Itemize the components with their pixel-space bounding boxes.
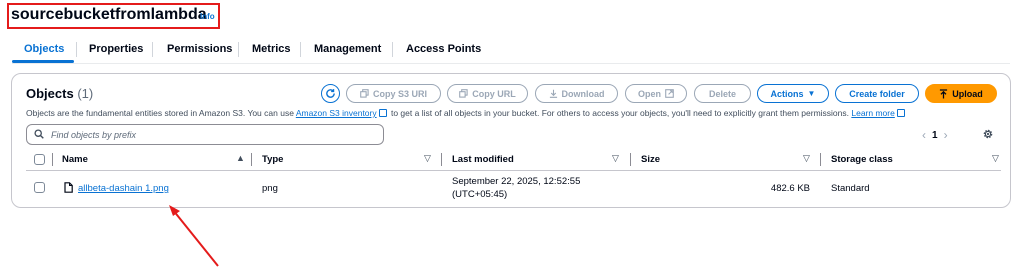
sort-icon[interactable]: ▽ xyxy=(992,153,999,164)
external-link-icon xyxy=(665,89,674,98)
select-all-checkbox[interactable] xyxy=(34,154,45,165)
external-link-icon xyxy=(378,109,387,117)
objects-count: (1) xyxy=(77,86,94,101)
sort-icon[interactable]: ▽ xyxy=(803,153,810,164)
download-button[interactable]: Download xyxy=(535,84,618,103)
tabs-divider xyxy=(12,63,1010,64)
create-folder-button[interactable]: Create folder xyxy=(835,84,919,103)
copy-url-label: Copy URL xyxy=(472,88,516,99)
column-header-type[interactable]: Type xyxy=(262,154,283,165)
tab-access-points[interactable]: Access Points xyxy=(406,43,481,55)
description-text: Objects are the fundamental entities sto… xyxy=(26,108,296,118)
column-header-last-modified[interactable]: Last modified xyxy=(452,154,514,165)
search-box xyxy=(26,124,384,145)
file-icon xyxy=(64,182,73,193)
object-size: 482.6 KB xyxy=(770,183,810,194)
create-folder-label: Create folder xyxy=(849,88,905,99)
tab-separator xyxy=(76,42,77,57)
column-separator xyxy=(820,153,821,166)
tab-separator xyxy=(238,42,239,57)
tab-permissions[interactable]: Permissions xyxy=(167,43,232,55)
object-type: png xyxy=(262,183,278,194)
search-input[interactable] xyxy=(51,128,371,142)
column-separator xyxy=(251,153,252,166)
upload-icon xyxy=(940,88,948,98)
chevron-right-icon[interactable]: › xyxy=(944,128,948,142)
gear-icon[interactable] xyxy=(982,128,994,140)
open-label: Open xyxy=(637,88,661,99)
tab-separator xyxy=(152,42,153,57)
column-separator xyxy=(441,153,442,166)
delete-button[interactable]: Delete xyxy=(694,84,751,103)
upload-label: Upload xyxy=(952,88,983,99)
chevron-left-icon[interactable]: ‹ xyxy=(922,128,926,142)
row-checkbox[interactable] xyxy=(34,182,45,193)
object-last-modified: September 22, 2025, 12:52:55 xyxy=(452,176,581,187)
objects-description: Objects are the fundamental entities sto… xyxy=(26,108,907,118)
download-icon xyxy=(549,89,557,98)
delete-label: Delete xyxy=(708,88,736,99)
object-last-modified-timezone: (UTC+05:45) xyxy=(452,189,508,200)
column-header-size[interactable]: Size xyxy=(641,154,660,165)
objects-title: Objects xyxy=(26,86,74,101)
download-label: Download xyxy=(561,88,605,99)
actions-label: Actions xyxy=(770,88,804,99)
page-number[interactable]: 1 xyxy=(932,130,938,141)
copy-icon xyxy=(459,89,468,98)
inventory-link[interactable]: Amazon S3 inventory xyxy=(296,108,377,118)
refresh-icon xyxy=(326,89,335,98)
column-header-name[interactable]: Name xyxy=(62,154,88,165)
tab-objects[interactable]: Objects xyxy=(24,43,64,55)
tab-properties[interactable]: Properties xyxy=(89,43,143,55)
objects-heading: Objects (1) xyxy=(26,86,93,101)
sort-icon[interactable]: ▽ xyxy=(612,153,619,164)
table-header: Name ▲ Type ▽ Last modified ▽ Size ▽ Sto… xyxy=(26,152,1001,168)
sort-ascending-icon[interactable]: ▲ xyxy=(236,153,245,163)
info-link[interactable]: Info xyxy=(200,12,215,21)
annotation-arrow xyxy=(169,205,219,267)
tab-separator xyxy=(300,42,301,57)
tab-management[interactable]: Management xyxy=(314,43,381,55)
actions-button[interactable]: Actions ▼ xyxy=(757,84,829,103)
column-header-storage-class[interactable]: Storage class xyxy=(831,154,893,165)
object-name-link[interactable]: allbeta-dashain 1.png xyxy=(78,183,169,194)
caret-down-icon: ▼ xyxy=(807,89,816,98)
copy-url-button[interactable]: Copy URL xyxy=(447,84,528,103)
upload-button[interactable]: Upload xyxy=(925,84,997,103)
tab-metrics[interactable]: Metrics xyxy=(252,43,291,55)
search-icon xyxy=(34,129,44,139)
sort-icon[interactable]: ▽ xyxy=(424,153,431,164)
open-button[interactable]: Open xyxy=(625,84,687,103)
object-storage-class: Standard xyxy=(831,183,870,194)
column-separator xyxy=(52,153,53,166)
column-separator xyxy=(630,153,631,166)
refresh-button[interactable] xyxy=(321,84,340,103)
learn-more-link[interactable]: Learn more xyxy=(851,108,894,118)
external-link-icon xyxy=(896,109,905,117)
copy-icon xyxy=(360,89,369,98)
tab-bar: Objects Properties Permissions Metrics M… xyxy=(12,40,1012,64)
objects-panel: Objects (1) Copy S3 URI Copy URL Downloa… xyxy=(11,73,1011,208)
header-divider xyxy=(26,170,1001,171)
page-title: sourcebucketfromlambda xyxy=(11,6,207,23)
copy-s3-uri-label: Copy S3 URI xyxy=(372,88,427,99)
pagination: ‹ 1 › xyxy=(922,127,948,143)
tab-separator xyxy=(392,42,393,57)
copy-s3-uri-button[interactable]: Copy S3 URI xyxy=(346,84,441,103)
description-text-continued: to get a list of all objects in your buc… xyxy=(388,108,852,118)
